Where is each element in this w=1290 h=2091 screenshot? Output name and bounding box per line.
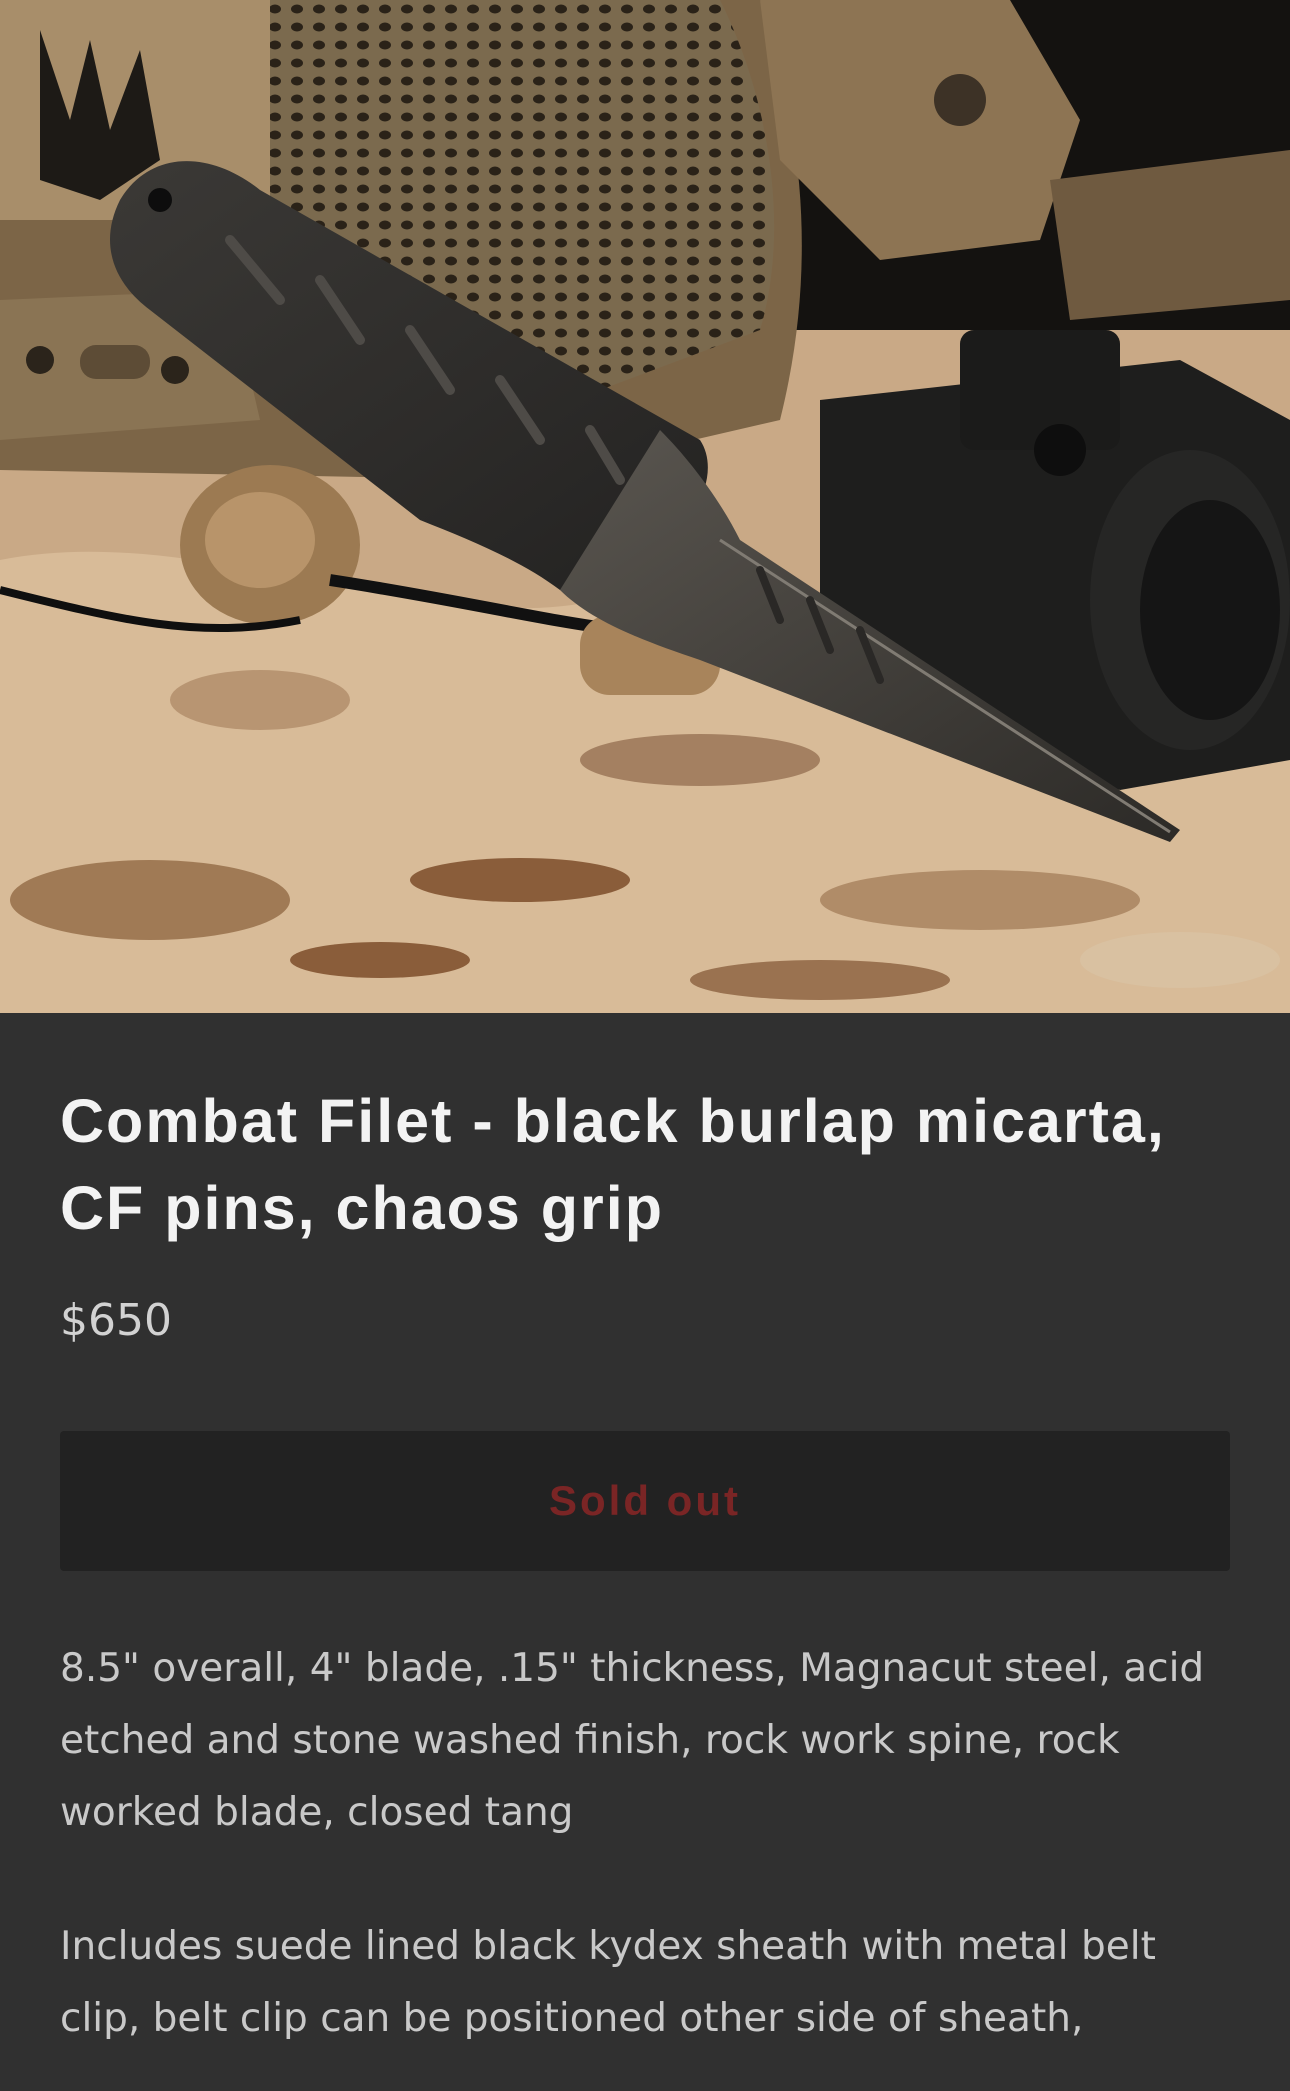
product-price: $650 bbox=[60, 1295, 172, 1346]
product-title: Combat Filet - black burlap micarta, CF … bbox=[60, 1087, 1166, 1242]
product-description-specs: 8.5" overall, 4" blade, .15" thickness, … bbox=[60, 1646, 1205, 1835]
product-photo bbox=[0, 0, 1290, 1013]
product-image[interactable] bbox=[0, 0, 1290, 1013]
product-description-sheath: Includes suede lined black kydex sheath … bbox=[60, 1924, 1156, 2041]
sold-out-button[interactable]: Sold out bbox=[60, 1431, 1230, 1571]
